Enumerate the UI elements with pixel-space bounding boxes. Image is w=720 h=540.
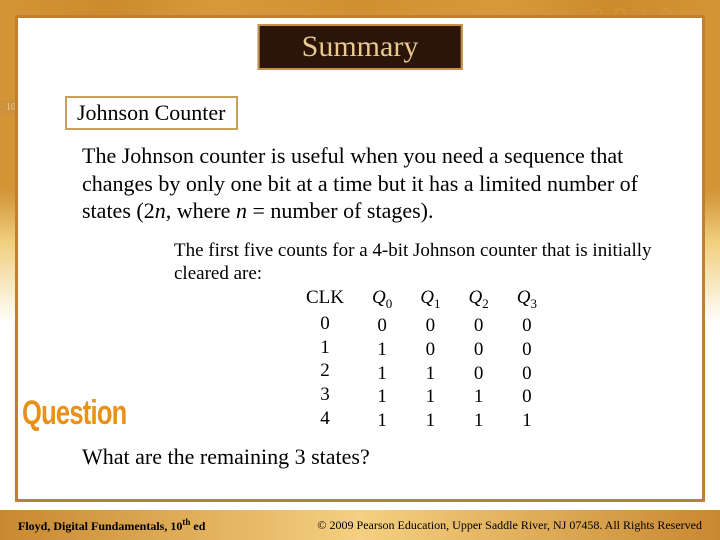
state-table: CLK 0 1 2 3 4 Q0 0 1 1 1 1 Q1 0 0 1 1 1 …	[292, 286, 660, 433]
hdr-q2: Q2	[468, 286, 488, 312]
hdr-clk: CLK	[306, 286, 344, 310]
footer: Floyd, Digital Fundamentals, 10th ed © 2…	[0, 510, 720, 540]
hdr-q0: Q0	[372, 286, 392, 312]
title-box: Summary	[258, 24, 463, 70]
content-area: The Johnson counter is useful when you n…	[82, 142, 660, 433]
hdr-q1: Q1	[420, 286, 440, 312]
col-q1: Q1 0 0 1 1 1	[420, 286, 440, 433]
col-clk: CLK 0 1 2 3 4	[306, 286, 344, 433]
question-label: Question	[22, 394, 127, 433]
footer-right: © 2009 Pearson Education, Upper Saddle R…	[317, 518, 702, 533]
hdr-q3: Q3	[517, 286, 537, 312]
paragraph-1: The Johnson counter is useful when you n…	[82, 142, 660, 225]
col-q0: Q0 0 1 1 1 1	[372, 286, 392, 433]
slide-title: Summary	[302, 30, 419, 63]
col-q3: Q3 0 0 0 0 1	[517, 286, 537, 433]
section-heading: Johnson Counter	[65, 96, 238, 130]
question-text: What are the remaining 3 states?	[82, 444, 370, 470]
footer-left: Floyd, Digital Fundamentals, 10th ed	[18, 517, 205, 534]
paragraph-2: The first five counts for a 4-bit Johnso…	[174, 239, 660, 287]
col-q2: Q2 0 0 0 1 1	[468, 286, 488, 433]
